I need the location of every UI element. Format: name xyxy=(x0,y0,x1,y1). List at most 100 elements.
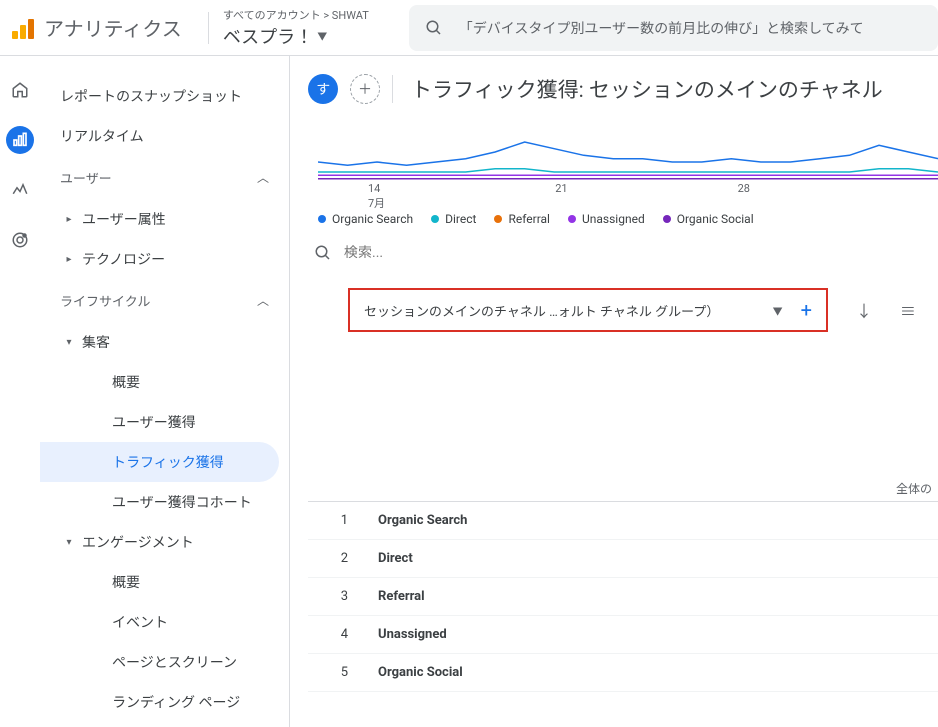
sidebar-item-technology[interactable]: ▸ テクノロジー xyxy=(40,239,289,279)
sidebar-item-realtime[interactable]: リアルタイム xyxy=(40,116,289,156)
sidebar-item-label: エンゲージメント xyxy=(82,532,194,552)
chevron-down-icon[interactable]: ▼ xyxy=(773,303,783,318)
sidebar-section-user-label: ユーザー xyxy=(60,168,112,187)
chevron-down-icon: ▼ xyxy=(317,28,327,43)
chevron-up-icon: ︿ xyxy=(257,169,269,186)
account-picker[interactable]: すべてのアカウント > SHWAT ベスプラ！ ▼ xyxy=(223,7,369,49)
totals-note: 全体の xyxy=(308,476,938,501)
account-breadcrumb: すべてのアカウント > SHWAT xyxy=(223,7,369,23)
sidebar-leaf[interactable]: ランディング ページ xyxy=(40,682,289,722)
table-search[interactable] xyxy=(308,226,938,274)
search-icon xyxy=(425,19,443,37)
dimension-header-row: セッションのメインのチャネル …ォルト チャネル グループ） ▼ + ↓ ≡ xyxy=(308,274,938,346)
legend-label: Direct xyxy=(445,212,476,226)
sidebar-item-label: 集客 xyxy=(82,332,110,352)
app-header: アナリティクス すべてのアカウント > SHWAT ベスプラ！ ▼ 「デバイスタ… xyxy=(0,0,938,56)
search-placeholder: 「デバイスタイプ別ユーザー数の前月比の伸び」と検索してみて xyxy=(459,18,864,38)
table-row[interactable]: 4Unassigned xyxy=(308,616,938,654)
rail-explore-icon[interactable] xyxy=(6,176,34,204)
rail-reports-icon[interactable] xyxy=(6,126,34,154)
legend-item[interactable]: Referral xyxy=(494,212,550,226)
caret-down-icon: ▾ xyxy=(60,337,78,348)
row-label: Organic Social xyxy=(378,665,463,680)
results-table: 1Organic Search2Direct3Referral4Unassign… xyxy=(308,501,938,692)
product-logo: アナリティクス xyxy=(0,13,194,42)
row-label: Direct xyxy=(378,551,413,566)
sidebar-section-lifecycle[interactable]: ライフサイクル ︿ xyxy=(40,279,289,322)
xaxis-tick: 28 xyxy=(738,182,750,211)
sidebar-leaf[interactable]: イベント xyxy=(40,602,289,642)
legend-dot-icon xyxy=(568,215,576,223)
more-columns-icon[interactable]: ≡ xyxy=(900,298,913,322)
caret-right-icon: ▸ xyxy=(60,214,78,225)
rail-home-icon[interactable] xyxy=(6,76,34,104)
sidebar-item-label: テクノロジー xyxy=(82,249,165,269)
row-index: 5 xyxy=(308,665,378,680)
row-label: Organic Search xyxy=(378,513,467,528)
report-sidebar: レポートのスナップショット リアルタイム ユーザー ︿ ▸ ユーザー属性 ▸ テ… xyxy=(40,56,290,727)
row-index: 4 xyxy=(308,627,378,642)
sidebar-item-engagement[interactable]: ▾ エンゲージメント xyxy=(40,522,289,562)
rail-advertising-icon[interactable] xyxy=(6,226,34,254)
add-dimension-button[interactable]: + xyxy=(801,298,812,322)
legend-dot-icon xyxy=(318,215,326,223)
legend-item[interactable]: Organic Social xyxy=(663,212,754,226)
sidebar-item-label: ユーザー属性 xyxy=(82,209,166,229)
add-segment-button[interactable]: ＋ xyxy=(350,74,380,104)
trend-chart: 147月2128 xyxy=(318,132,938,202)
search-icon xyxy=(314,244,332,262)
analytics-logo-icon xyxy=(12,17,34,39)
sidebar-item-snapshot[interactable]: レポートのスナップショット xyxy=(40,76,289,116)
row-index: 3 xyxy=(308,589,378,604)
global-search[interactable]: 「デバイスタイプ別ユーザー数の前月比の伸び」と検索してみて xyxy=(409,5,938,51)
caret-down-icon: ▾ xyxy=(60,537,78,548)
sidebar-leaf[interactable]: トラフィック獲得 xyxy=(40,442,279,482)
xaxis-tick: 21 xyxy=(555,182,567,211)
account-name: ベスプラ！ ▼ xyxy=(223,23,369,49)
sidebar-leaf[interactable]: ユーザー獲得コホート xyxy=(40,482,289,522)
legend-label: Organic Search xyxy=(332,212,413,226)
sort-descending-icon[interactable]: ↓ xyxy=(856,298,872,322)
legend-item[interactable]: Unassigned xyxy=(568,212,645,226)
legend-dot-icon xyxy=(663,215,671,223)
divider xyxy=(208,12,209,44)
table-row[interactable]: 1Organic Search xyxy=(308,502,938,540)
segment-all-pill[interactable]: す xyxy=(308,74,338,104)
product-name: アナリティクス xyxy=(44,13,182,42)
divider xyxy=(392,75,393,103)
sidebar-item-user-attr[interactable]: ▸ ユーザー属性 xyxy=(40,199,289,239)
primary-dimension-selector[interactable]: セッションのメインのチャネル …ォルト チャネル グループ） ▼ + xyxy=(348,288,828,332)
row-index: 2 xyxy=(308,551,378,566)
row-index: 1 xyxy=(308,513,378,528)
page-title: トラフィック獲得: セッションのメインのチャネル xyxy=(411,74,883,104)
primary-dimension-label: セッションのメインのチャネル …ォルト チャネル グループ） xyxy=(364,301,719,320)
table-row[interactable]: 5Organic Social xyxy=(308,654,938,692)
row-label: Referral xyxy=(378,589,425,604)
table-row[interactable]: 3Referral xyxy=(308,578,938,616)
legend-label: Referral xyxy=(508,212,550,226)
sidebar-section-lifecycle-label: ライフサイクル xyxy=(60,291,150,310)
report-main: す ＋ トラフィック獲得: セッションのメインのチャネル 147月2128 Or… xyxy=(290,56,938,727)
xaxis-tick: 147月 xyxy=(368,182,385,211)
table-search-input[interactable] xyxy=(344,245,544,261)
sidebar-section-user[interactable]: ユーザー ︿ xyxy=(40,156,289,199)
report-header-row: す ＋ トラフィック獲得: セッションのメインのチャネル xyxy=(308,74,938,104)
legend-label: Unassigned xyxy=(582,212,645,226)
legend-label: Organic Social xyxy=(677,212,754,226)
caret-right-icon: ▸ xyxy=(60,254,78,265)
sidebar-leaf[interactable]: ユーザー獲得 xyxy=(40,402,289,442)
legend-dot-icon xyxy=(431,215,439,223)
sidebar-leaf[interactable]: ページとスクリーン xyxy=(40,642,289,682)
sidebar-leaf[interactable]: 概要 xyxy=(40,362,289,402)
legend-item[interactable]: Direct xyxy=(431,212,476,226)
sidebar-item-monetize[interactable]: ▾ 収益化 xyxy=(40,722,289,727)
chevron-up-icon: ︿ xyxy=(257,292,269,309)
row-label: Unassigned xyxy=(378,627,447,642)
sidebar-leaf[interactable]: 概要 xyxy=(40,562,289,602)
account-name-text: ベスプラ！ xyxy=(223,23,313,49)
table-row[interactable]: 2Direct xyxy=(308,540,938,578)
legend-item[interactable]: Organic Search xyxy=(318,212,413,226)
sidebar-item-acquisition[interactable]: ▾ 集客 xyxy=(40,322,289,362)
nav-rail xyxy=(0,56,40,727)
legend-dot-icon xyxy=(494,215,502,223)
